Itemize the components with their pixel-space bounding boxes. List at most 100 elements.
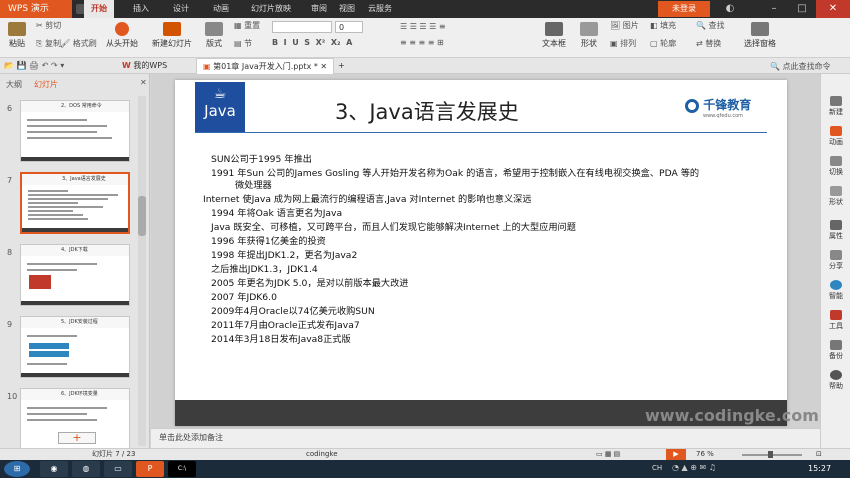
reset-button[interactable]: ▦ 重置 bbox=[234, 20, 260, 31]
format-painter-button[interactable]: 🖌 格式刷 bbox=[60, 38, 97, 49]
skin-icon[interactable]: ◐ bbox=[716, 0, 744, 18]
start-button[interactable]: ⊞ bbox=[4, 461, 30, 477]
minimize-icon[interactable]: – bbox=[760, 0, 788, 18]
new-tab-icon[interactable]: + bbox=[332, 58, 351, 74]
thumbnail-title: 3、Java语言发展史 bbox=[22, 174, 128, 185]
help-pane-button[interactable]: 帮助 bbox=[821, 370, 850, 391]
new-pane-button[interactable]: 新建 bbox=[821, 96, 850, 117]
paragraph-buttons[interactable]: ☰ ☰ ☰ ☰ ≡ bbox=[400, 22, 446, 31]
slide-thumbnail-7[interactable]: 3、Java语言发展史 bbox=[20, 172, 130, 234]
tab-review[interactable]: 审阅 bbox=[304, 0, 334, 18]
login-button[interactable]: 未登录 bbox=[658, 1, 710, 17]
close-icon[interactable]: ✕ bbox=[816, 0, 850, 18]
tab-home[interactable]: 开始 bbox=[84, 0, 114, 18]
new-slide-button[interactable]: 新建幻灯片 bbox=[150, 22, 194, 49]
properties-pane-button[interactable]: 属性 bbox=[821, 220, 850, 241]
share-pane-button[interactable]: 分享 bbox=[821, 250, 850, 271]
tab-animation[interactable]: 动画 bbox=[206, 0, 236, 18]
tools-icon bbox=[830, 310, 842, 320]
firefox-taskbar-icon[interactable]: ◍ bbox=[72, 461, 100, 477]
slide[interactable]: ☕ Java 3、Java语言发展史 千锋教育 www.qfedu.com SU… bbox=[175, 80, 819, 448]
transition-icon bbox=[830, 156, 842, 166]
font-size-select[interactable]: 0 bbox=[335, 21, 363, 33]
slide-thumbnail-6[interactable]: 2、DOS 常用命令 bbox=[20, 100, 130, 162]
add-slide-button[interactable]: + bbox=[58, 432, 96, 444]
tab-view[interactable]: 视图 bbox=[332, 0, 362, 18]
notes-area[interactable]: 单击此处添加备注 bbox=[151, 428, 820, 448]
textbox-button[interactable]: 文本框 bbox=[540, 22, 568, 49]
bullet-line: 2011年7月由Oracle正式发布Java7 bbox=[211, 320, 360, 331]
tab-slideshow[interactable]: 幻灯片放映 bbox=[244, 0, 298, 18]
view-buttons[interactable]: ▭ ▦ ▤ bbox=[596, 449, 620, 460]
play-slideshow-button[interactable]: ▶ bbox=[666, 449, 686, 460]
tab-design[interactable]: 设计 bbox=[166, 0, 196, 18]
picture-button[interactable]: 🖼 图片 bbox=[610, 20, 639, 31]
terminal-taskbar-icon[interactable]: C:\ bbox=[168, 461, 196, 477]
bullet-line: SUN公司于1995 年推出 bbox=[211, 154, 312, 165]
help-icon bbox=[830, 370, 842, 380]
cut-button[interactable]: ✂ 剪切 bbox=[36, 20, 61, 31]
thumbnail-number: 7 bbox=[7, 176, 13, 185]
smart-pane-button[interactable]: 智能 bbox=[821, 280, 850, 301]
close-pane-icon[interactable]: ✕ bbox=[140, 78, 147, 87]
play-from-start-button[interactable]: 从头开始 bbox=[104, 22, 140, 49]
bullet-line: 2005 年更名为JDK 5.0，是对以前版本最大改进 bbox=[211, 278, 409, 289]
tab-insert[interactable]: 插入 bbox=[126, 0, 156, 18]
tab-slides[interactable]: 幻灯片 bbox=[34, 79, 58, 90]
paste-button[interactable]: 粘贴 bbox=[4, 22, 30, 49]
fill-button[interactable]: ◧ 填充 bbox=[650, 20, 676, 31]
shape-icon bbox=[830, 186, 842, 196]
tray-icons[interactable]: ◔ ▲ ⊕ ✉ ♫ bbox=[672, 463, 716, 472]
transition-pane-button[interactable]: 切换 bbox=[821, 156, 850, 177]
ime-indicator[interactable]: CH bbox=[652, 464, 662, 472]
coffee-cup-icon: ☕ bbox=[213, 86, 227, 102]
wps-taskbar-icon[interactable]: P bbox=[136, 461, 164, 477]
arrange-button[interactable]: ▣ 排列 bbox=[610, 38, 636, 49]
animation-pane-button[interactable]: 动画 bbox=[821, 126, 850, 147]
tab-current-document[interactable]: ▣ 第01章 Java开发入门.pptx * ✕ bbox=[196, 58, 335, 74]
tab-cloud[interactable]: 云服务 bbox=[360, 0, 400, 18]
layout-button[interactable]: 版式 bbox=[202, 22, 226, 49]
section-button[interactable]: ▤ 节 bbox=[234, 38, 252, 49]
tab-my-wps[interactable]: W 我的WPS bbox=[116, 58, 173, 74]
bullet-line: 之后推出JDK1.3，JDK1.4 bbox=[211, 264, 318, 275]
shape-pane-button[interactable]: 形状 bbox=[821, 186, 850, 207]
outline-button[interactable]: ▢ 轮廓 bbox=[650, 38, 676, 49]
font-style-buttons[interactable]: B I U S X² X₂ A bbox=[272, 38, 352, 47]
slide-thumbnail-8[interactable]: 4、JDK下载 bbox=[20, 244, 130, 306]
thumbnail-title: 2、DOS 常用命令 bbox=[21, 101, 129, 112]
zoom-level: 76 % bbox=[696, 450, 714, 458]
chrome-taskbar-icon[interactable]: ◉ bbox=[40, 461, 68, 477]
theme-name: codingke bbox=[306, 450, 338, 458]
thumbnail-number: 6 bbox=[7, 104, 13, 113]
shape-button[interactable]: 形状 bbox=[576, 22, 602, 49]
bullet-line: 2009年4月Oracle以74亿美元收购SUN bbox=[211, 306, 375, 317]
quick-toolbar-icons[interactable]: 📂 💾 🖨 ↶ ↷ ▾ bbox=[4, 61, 64, 70]
clock: 15:27 bbox=[808, 464, 832, 473]
thumbnail-scrollbar[interactable] bbox=[138, 96, 146, 446]
backup-pane-button[interactable]: 备份 bbox=[821, 340, 850, 361]
zoom-slider-handle[interactable] bbox=[768, 451, 773, 458]
find-button[interactable]: 🔍 查找 bbox=[696, 20, 725, 31]
maximize-icon[interactable]: □ bbox=[788, 0, 816, 18]
tab-outline[interactable]: 大纲 bbox=[6, 79, 22, 90]
slide-thumbnail-9[interactable]: 5、JDK安装过程 bbox=[20, 316, 130, 378]
replace-button[interactable]: ⇄ 替换 bbox=[696, 38, 721, 49]
select-pane-button[interactable]: 选择窗格 bbox=[742, 22, 778, 49]
textbox-icon bbox=[545, 22, 563, 36]
explorer-taskbar-icon[interactable]: ▭ bbox=[104, 461, 132, 477]
thumbnail-title: 6、JDK环境变量 bbox=[21, 389, 129, 400]
font-name-select[interactable] bbox=[272, 21, 332, 33]
command-search[interactable]: 🔍 点此查找命令 bbox=[770, 61, 831, 72]
bullet-line: 1996 年获得1亿美金的投资 bbox=[211, 236, 326, 247]
app-menu-button[interactable]: WPS 演示 bbox=[0, 0, 72, 18]
align-buttons[interactable]: ≡ ≡ ≡ ≡ ⊞ bbox=[400, 38, 444, 47]
share-icon bbox=[830, 250, 842, 260]
slide-title[interactable]: 3、Java语言发展史 bbox=[335, 96, 519, 126]
close-tab-icon[interactable]: ✕ bbox=[320, 62, 327, 71]
select-pane-icon bbox=[751, 22, 769, 36]
thumbnail-title: 5、JDK安装过程 bbox=[21, 317, 129, 328]
tools-pane-button[interactable]: 工具 bbox=[821, 310, 850, 331]
fit-window-icon[interactable]: ⊡ bbox=[816, 449, 822, 460]
copy-button[interactable]: ⎘ 复制 bbox=[36, 38, 61, 49]
